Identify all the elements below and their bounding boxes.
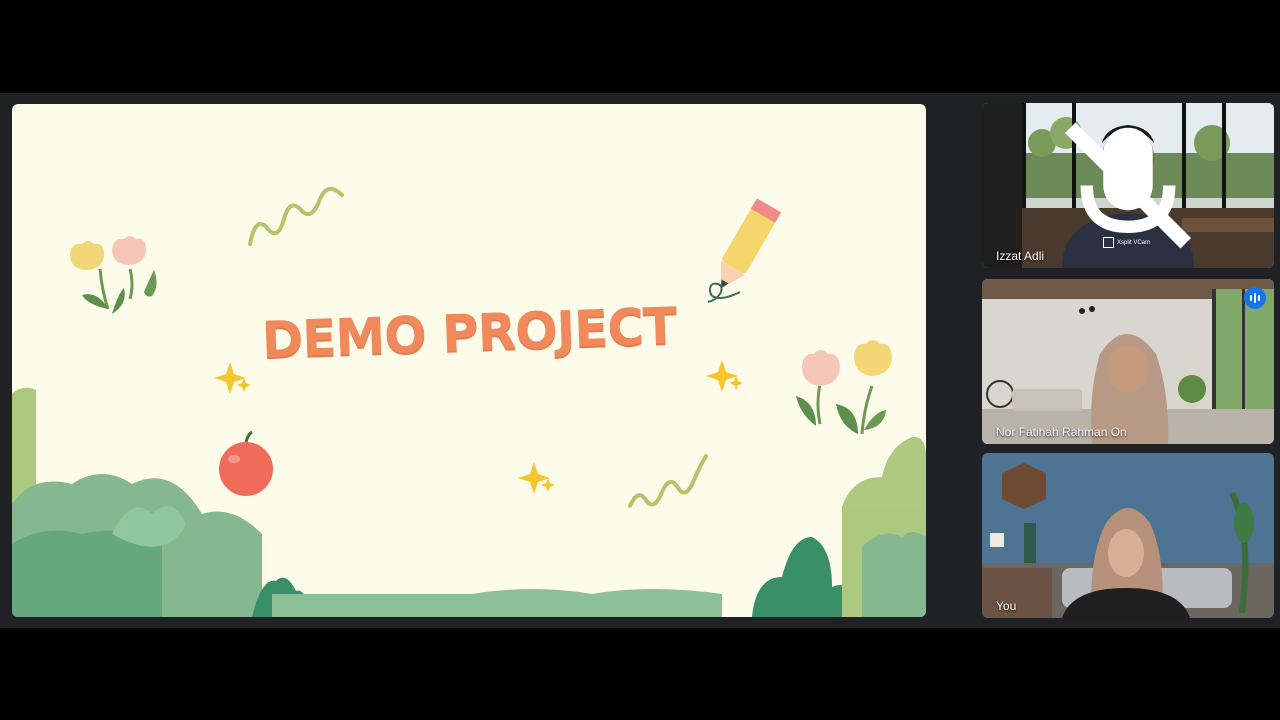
sparkle-icon bbox=[214, 360, 743, 494]
squiggle-decoration bbox=[248, 187, 344, 246]
participant-name: Nor Fatihah Rahman On bbox=[996, 425, 1127, 439]
participant-video bbox=[982, 453, 1274, 618]
participant-tile-you[interactable]: You bbox=[982, 453, 1274, 618]
tulip-flowers-right bbox=[796, 340, 892, 435]
pencil-icon bbox=[720, 198, 782, 289]
apple-icon bbox=[219, 430, 273, 496]
bush-foreground bbox=[12, 387, 926, 617]
presentation-slide[interactable]: DEMO PROJECT bbox=[12, 104, 926, 617]
participant-video bbox=[982, 279, 1274, 444]
squiggle-decoration bbox=[628, 454, 708, 508]
participant-name: You bbox=[996, 599, 1017, 613]
participant-tile-nor-fatihah[interactable]: Nor Fatihah Rahman On bbox=[982, 279, 1274, 444]
participant-name: Izzat Adli bbox=[996, 249, 1045, 263]
participant-tile-izzat[interactable]: Xsplit VCam Izzat Adli bbox=[982, 103, 1274, 268]
tulip-flowers-left bbox=[70, 236, 157, 314]
speaking-indicator-icon bbox=[1244, 287, 1266, 309]
mic-off-icon bbox=[1064, 122, 1192, 249]
